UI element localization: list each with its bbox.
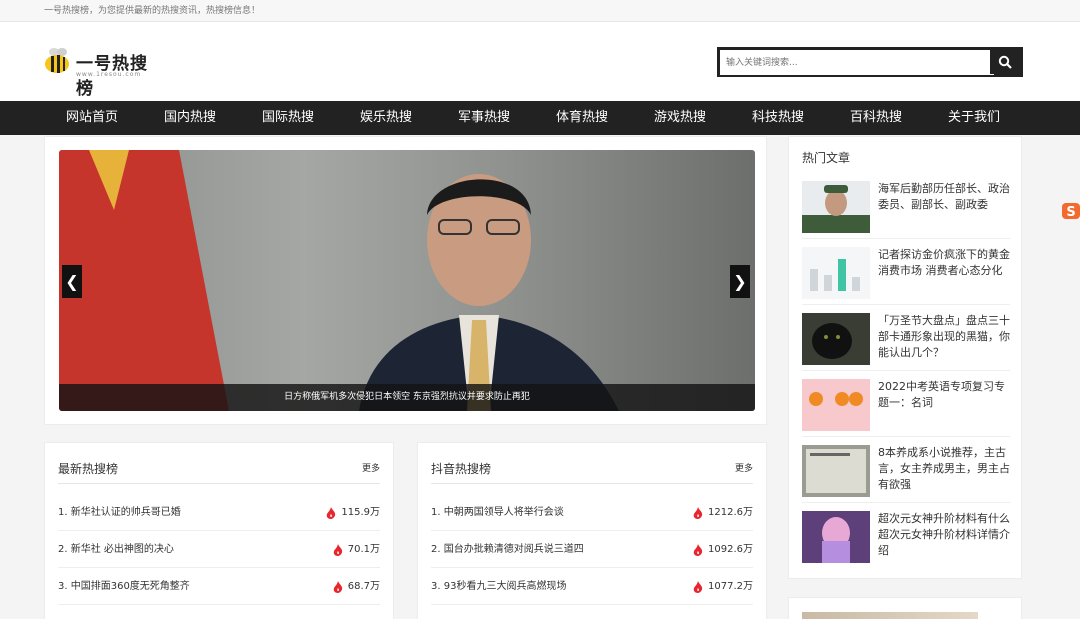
nav-military[interactable]: 军事热搜 xyxy=(435,101,533,135)
slider-prev-button[interactable]: ❮ xyxy=(62,265,82,298)
logo-subtext: www.1resou.com xyxy=(76,71,142,78)
hot-count: 1077.2万 xyxy=(693,568,753,605)
slide-caption: 日方称俄军机多次侵犯日本领空 东京强烈抗议并要求防止再犯 xyxy=(59,384,755,411)
hot-count-value: 1092.6万 xyxy=(708,544,753,555)
hot-row[interactable]: 1. 中朝两国领导人将举行会谈 1212.6万 xyxy=(431,494,753,531)
hot-row-title[interactable]: 3. 93秒看九三大阅兵高燃现场 xyxy=(431,568,566,605)
slide-image[interactable]: 日方称俄军机多次侵犯日本领空 东京强烈抗议并要求防止再犯 xyxy=(59,150,755,411)
article-title[interactable]: 「万圣节大盘点」盘点三十部卡通形象出现的黑猫，你能认出几个？ xyxy=(878,313,1012,361)
article-title[interactable]: 超次元女神升阶材料有什么 超次元女神升阶材料详情介绍 xyxy=(878,511,1012,559)
top-notice-text: 一号热搜榜，为您提供最新的热搜资讯，热搜榜信息！ xyxy=(44,6,261,16)
site-header: 一号热搜榜 www.1resou.com xyxy=(0,22,1080,101)
search-box xyxy=(717,47,1023,77)
nav-home[interactable]: 网站首页 xyxy=(43,101,141,135)
article-item[interactable]: 2022中考英语专项复习专题一：名词 xyxy=(802,371,1010,437)
panel-header: 抖音热搜榜 更多 xyxy=(431,458,753,484)
article-item[interactable]: 超次元女神升阶材料有什么 超次元女神升阶材料详情介绍 xyxy=(802,503,1010,569)
nav-games[interactable]: 游戏热搜 xyxy=(631,101,729,135)
article-item[interactable]: 记者探访金价疯涨下的黄金消费市场 消费者心态分化 xyxy=(802,239,1010,305)
hot-count-value: 1077.2万 xyxy=(708,581,753,592)
hot-row[interactable]: 2. 国台办批赖清德对阅兵说三道四 1092.6万 xyxy=(431,531,753,568)
flame-icon xyxy=(333,543,342,556)
slider-card: 日方称俄军机多次侵犯日本领空 东京强烈抗议并要求防止再犯 ❮ ❯ xyxy=(44,136,767,425)
article-item[interactable]: 8本养成系小说推荐，主古言，女主养成男主，男主占有欲强 xyxy=(802,437,1010,503)
hot-row-title[interactable]: 1. 新华社认证的帅兵哥已婚 xyxy=(58,494,181,531)
search-icon xyxy=(998,55,1012,69)
flame-icon xyxy=(693,506,703,519)
nav-entertainment[interactable]: 娱乐热搜 xyxy=(337,101,435,135)
article-item[interactable]: 「万圣节大盘点」盘点三十部卡通形象出现的黑猫，你能认出几个？ xyxy=(802,305,1010,371)
top-notice-bar: 一号热搜榜，为您提供最新的热搜资讯，热搜榜信息！ xyxy=(0,0,1080,22)
hot-count-value: 70.1万 xyxy=(347,544,380,555)
article-item[interactable]: 海军后勤部历任部长、政治委员、副部长、副政委 xyxy=(802,173,1010,239)
bee-icon xyxy=(45,48,69,73)
nav-domestic[interactable]: 国内热搜 xyxy=(141,101,239,135)
search-input[interactable] xyxy=(720,51,994,75)
article-thumbnail[interactable] xyxy=(802,313,870,365)
article-thumbnail[interactable] xyxy=(802,247,870,299)
article-thumbnail[interactable] xyxy=(802,511,870,563)
main-nav: 网站首页 国内热搜 国际热搜 娱乐热搜 军事热搜 体育热搜 游戏热搜 科技热搜 … xyxy=(0,101,1080,135)
article-title[interactable]: 记者探访金价疯涨下的黄金消费市场 消费者心态分化 xyxy=(878,247,1012,279)
hot-row-title[interactable]: 3. 中国排面360度无死角整齐 xyxy=(58,568,190,605)
floating-s-icon[interactable]: S xyxy=(1060,200,1080,222)
hot-row[interactable]: 3. 中国排面360度无死角整齐 68.7万 xyxy=(58,568,380,605)
hot-articles-sidebar: 热门文章 海军后勤部历任部长、政治委员、副部长、副政委 记者探访金价疯涨下的黄金… xyxy=(788,136,1022,579)
hot-count-value: 1212.6万 xyxy=(708,507,753,518)
nav-encyclopedia[interactable]: 百科热搜 xyxy=(827,101,925,135)
slider-next-button[interactable]: ❯ xyxy=(730,265,750,298)
hot-count: 115.9万 xyxy=(326,494,380,531)
nav-international[interactable]: 国际热搜 xyxy=(239,101,337,135)
svg-text:S: S xyxy=(1066,205,1075,220)
hot-count: 68.7万 xyxy=(333,568,380,605)
hot-row-title[interactable]: 2. 新华社 必出神图的决心 xyxy=(58,531,174,568)
sidebar-card-thumbnail[interactable] xyxy=(802,612,978,619)
search-button[interactable] xyxy=(990,50,1020,74)
nav-about[interactable]: 关于我们 xyxy=(925,101,1023,135)
hot-row[interactable]: 1. 新华社认证的帅兵哥已婚 115.9万 xyxy=(58,494,380,531)
hot-count-value: 68.7万 xyxy=(347,581,380,592)
hot-count: 1092.6万 xyxy=(693,531,753,568)
nav-tech[interactable]: 科技热搜 xyxy=(729,101,827,135)
douyin-hot-panel: 抖音热搜榜 更多 1. 中朝两国领导人将举行会谈 1212.6万 2. 国台办批… xyxy=(417,442,767,619)
hot-row-title[interactable]: 2. 国台办批赖清德对阅兵说三道四 xyxy=(431,531,584,568)
hot-count: 1212.6万 xyxy=(693,494,753,531)
more-link[interactable]: 更多 xyxy=(362,461,380,474)
hot-count-value: 115.9万 xyxy=(341,507,380,518)
article-thumbnail[interactable] xyxy=(802,379,870,431)
sidebar-title: 热门文章 xyxy=(802,151,851,165)
flame-icon xyxy=(693,580,703,593)
article-title[interactable]: 海军后勤部历任部长、政治委员、副部长、副政委 xyxy=(878,181,1012,213)
site-logo[interactable]: 一号热搜榜 www.1resou.com xyxy=(43,46,163,99)
hot-row-title[interactable]: 1. 中朝两国领导人将举行会谈 xyxy=(431,494,564,531)
hot-count: 70.1万 xyxy=(333,531,380,568)
nav-sports[interactable]: 体育热搜 xyxy=(533,101,631,135)
hot-row[interactable]: 3. 93秒看九三大阅兵高燃现场 1077.2万 xyxy=(431,568,753,605)
panel-title: 最新热搜榜 xyxy=(58,462,119,476)
article-title[interactable]: 8本养成系小说推荐，主古言，女主养成男主，男主占有欲强 xyxy=(878,445,1012,493)
flame-icon xyxy=(333,580,342,593)
flame-icon xyxy=(327,506,336,519)
latest-hot-panel: 最新热搜榜 更多 1. 新华社认证的帅兵哥已婚 115.9万 2. 新华社 必出… xyxy=(44,442,394,619)
hot-row[interactable]: 2. 新华社 必出神图的决心 70.1万 xyxy=(58,531,380,568)
article-thumbnail[interactable] xyxy=(802,181,870,233)
article-title[interactable]: 2022中考英语专项复习专题一：名词 xyxy=(878,379,1012,411)
sidebar-second-card xyxy=(788,597,1022,619)
article-thumbnail[interactable] xyxy=(802,445,870,497)
more-link[interactable]: 更多 xyxy=(735,461,753,474)
panel-title: 抖音热搜榜 xyxy=(431,462,492,476)
flame-icon xyxy=(693,543,703,556)
panel-header: 最新热搜榜 更多 xyxy=(58,458,380,484)
slide-photo xyxy=(59,150,619,411)
